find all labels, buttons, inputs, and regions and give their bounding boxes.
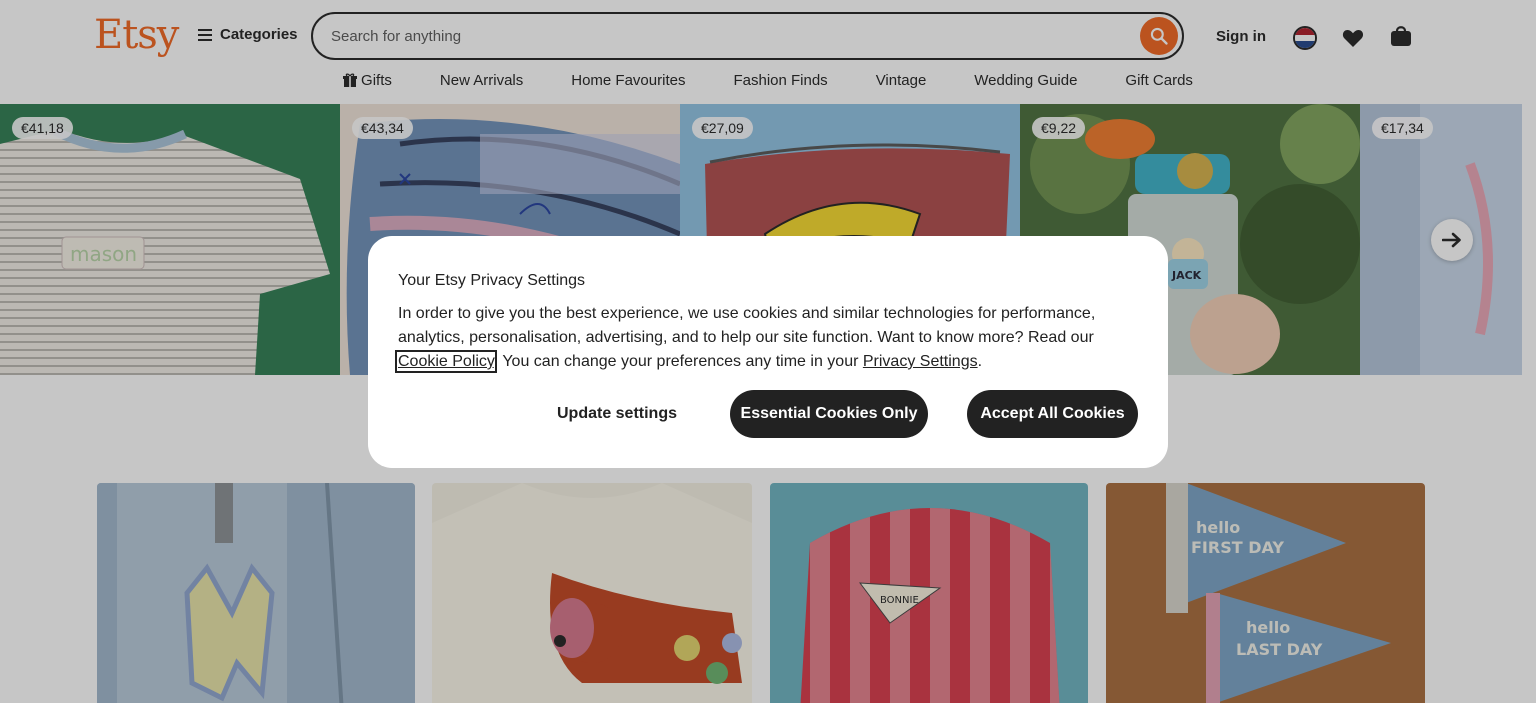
- accept-all-cookies-button[interactable]: Accept All Cookies: [967, 390, 1138, 438]
- dialog-title: Your Etsy Privacy Settings: [398, 272, 586, 289]
- cookie-policy-link[interactable]: Cookie Policy: [395, 350, 497, 373]
- privacy-settings-dialog: Your Etsy Privacy Settings In order to g…: [368, 236, 1168, 468]
- essential-cookies-button[interactable]: Essential Cookies Only: [730, 390, 928, 438]
- body-text: In order to give you the best experience…: [398, 305, 1096, 346]
- body-text: .: [977, 353, 983, 370]
- dialog-body: In order to give you the best experience…: [395, 302, 1143, 374]
- privacy-settings-link[interactable]: Privacy Settings: [863, 353, 978, 370]
- update-settings-button[interactable]: Update settings: [543, 390, 691, 438]
- body-text: . You can change your preferences any ti…: [493, 353, 863, 370]
